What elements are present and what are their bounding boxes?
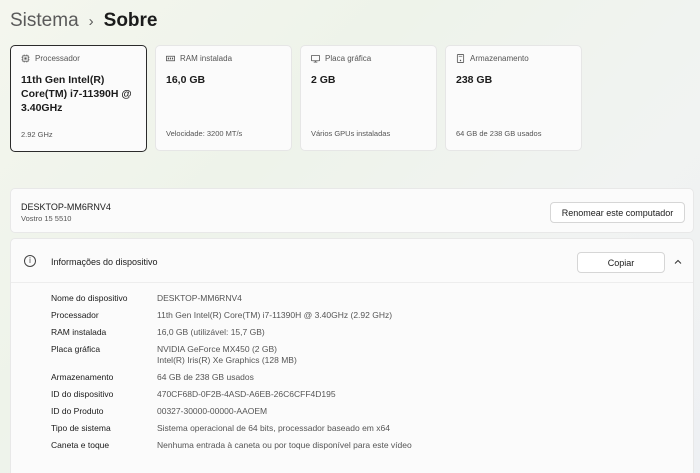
spec-row: Armazenamento 64 GB de 238 GB usados <box>51 372 412 383</box>
info-icon: i <box>24 255 36 267</box>
card-value: 2 GB <box>311 74 336 86</box>
spec-row: ID do dispositivo 470CF68D-0F2B-4ASD-A6E… <box>51 389 412 400</box>
spec-row: Processador 11th Gen Intel(R) Core(TM) i… <box>51 310 412 321</box>
card-sub: 64 GB de 238 GB usados <box>456 129 542 138</box>
spec-row: Caneta e toque Nenhuma entrada à caneta … <box>51 440 412 451</box>
spec-row: Nome do dispositivo DESKTOP-MM6RNV4 <box>51 293 412 304</box>
spec-value: Sistema operacional de 64 bits, processa… <box>157 423 390 433</box>
spec-row: RAM instalada 16,0 GB (utilizável: 15,7 … <box>51 327 412 338</box>
card-value: 238 GB <box>456 74 493 86</box>
spec-key: Caneta e toque <box>51 440 110 450</box>
spec-value: Nenhuma entrada à caneta ou por toque di… <box>157 440 412 450</box>
card-value: 11th Gen Intel(R) Core(TM) i7-11390H @ 3… <box>21 74 132 114</box>
spec-key: Processador <box>51 310 99 320</box>
card-graphics[interactable]: Placa gráfica 2 GB Vários GPUs instalada… <box>300 45 437 151</box>
spec-table: Nome do dispositivo DESKTOP-MM6RNV4 Proc… <box>51 293 412 451</box>
device-name: DESKTOP-MM6RNV4 <box>21 202 111 212</box>
card-value: 16,0 GB <box>166 74 206 86</box>
card-label: Processador <box>35 54 80 63</box>
card-sub: 2.92 GHz <box>21 130 53 139</box>
spec-value-line: Intel(R) Iris(R) Xe Graphics (128 MB) <box>157 355 297 365</box>
copy-button[interactable]: Copiar <box>577 252 665 273</box>
breadcrumb: Sistema › Sobre <box>10 8 158 34</box>
page-title: Sobre <box>103 10 158 31</box>
spec-key: Nome do dispositivo <box>51 293 128 303</box>
spec-key: ID do dispositivo <box>51 389 114 399</box>
device-info-section: i Informações do dispositivo Copiar Nome… <box>10 238 694 473</box>
spec-value-line: NVIDIA GeForce MX450 (2 GB) <box>157 344 277 354</box>
device-name-panel: DESKTOP-MM6RNV4 Vostro 15 5510 Renomear … <box>10 188 694 233</box>
processor-icon <box>21 54 30 63</box>
chevron-up-icon[interactable] <box>672 256 684 268</box>
spec-cards: Processador 11th Gen Intel(R) Core(TM) i… <box>10 45 582 152</box>
card-sub: Vários GPUs instaladas <box>311 129 391 138</box>
graphics-card-icon <box>311 54 320 63</box>
spec-row: ID do Produto 00327-30000-00000-AAOEM <box>51 406 412 417</box>
ram-icon <box>166 54 175 63</box>
spec-value: 11th Gen Intel(R) Core(TM) i7-11390H @ 3… <box>157 310 393 320</box>
spec-value: 470CF68D-0F2B-4ASD-A6EB-26C6CFF4D195 <box>157 389 336 399</box>
storage-icon <box>456 54 465 63</box>
spec-key: Armazenamento <box>51 372 114 382</box>
card-label: RAM instalada <box>180 54 233 63</box>
spec-key: RAM instalada <box>51 327 107 337</box>
spec-value: DESKTOP-MM6RNV4 <box>157 293 242 303</box>
device-model: Vostro 15 5510 <box>21 214 72 223</box>
card-label: Armazenamento <box>470 54 529 63</box>
spec-value: 16,0 GB (utilizável: 15,7 GB) <box>157 327 265 337</box>
device-info-header[interactable]: i Informações do dispositivo Copiar <box>11 239 693 283</box>
spec-row: Tipo de sistema Sistema operacional de 6… <box>51 423 412 434</box>
card-ram[interactable]: RAM instalada 16,0 GB Velocidade: 3200 M… <box>155 45 292 151</box>
spec-key: Placa gráfica <box>51 344 101 354</box>
card-sub: Velocidade: 3200 MT/s <box>166 129 243 138</box>
spec-value: NVIDIA GeForce MX450 (2 GB) Intel(R) Iri… <box>157 344 297 366</box>
spec-row: Placa gráfica NVIDIA GeForce MX450 (2 GB… <box>51 344 412 366</box>
device-info-title: Informações do dispositivo <box>51 257 158 267</box>
card-storage[interactable]: Armazenamento 238 GB 64 GB de 238 GB usa… <box>445 45 582 151</box>
spec-value: 64 GB de 238 GB usados <box>157 372 254 382</box>
card-label: Placa gráfica <box>325 54 372 63</box>
breadcrumb-sistema[interactable]: Sistema <box>10 10 79 32</box>
chevron-right-icon: › <box>88 12 94 30</box>
spec-key: ID do Produto <box>51 406 104 416</box>
spec-key: Tipo de sistema <box>51 423 111 433</box>
spec-value: 00327-30000-00000-AAOEM <box>157 406 268 416</box>
rename-computer-button[interactable]: Renomear este computador <box>550 202 685 223</box>
card-processor[interactable]: Processador 11th Gen Intel(R) Core(TM) i… <box>10 45 147 152</box>
